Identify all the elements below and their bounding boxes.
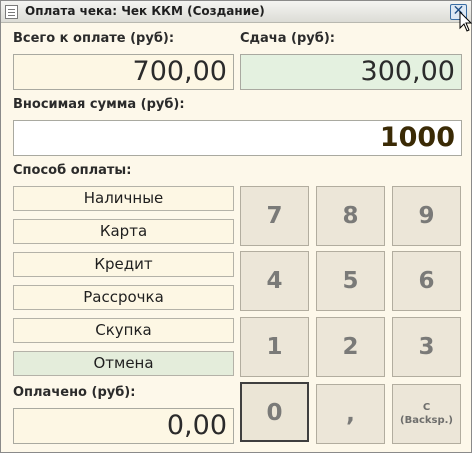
credit-button[interactable]: Кредит bbox=[13, 252, 234, 277]
key-backspace[interactable]: C (Backsp.) bbox=[392, 384, 461, 444]
key-comma[interactable]: , bbox=[316, 384, 385, 444]
change-amount-field: 300,00 bbox=[240, 54, 462, 90]
backspace-key-sublabel: (Backsp.) bbox=[400, 415, 453, 426]
key-9[interactable]: 9 bbox=[392, 186, 461, 246]
card-button[interactable]: Карта bbox=[13, 219, 234, 244]
key-3[interactable]: 3 bbox=[392, 317, 461, 377]
mouse-cursor-icon bbox=[459, 11, 472, 32]
cancel-button[interactable]: Отмена bbox=[13, 351, 234, 376]
key-4[interactable]: 4 bbox=[240, 251, 309, 311]
window-title: Оплата чека: Чек ККМ (Создание) bbox=[25, 4, 265, 18]
title-bar[interactable]: Оплата чека: Чек ККМ (Создание) ✕ bbox=[1, 1, 471, 23]
paid-label: Оплачено (руб): bbox=[13, 385, 136, 400]
total-label: Всего к оплате (руб): bbox=[13, 31, 175, 46]
key-2[interactable]: 2 bbox=[316, 317, 385, 377]
total-amount-field: 700,00 bbox=[13, 54, 234, 90]
buyback-button[interactable]: Скупка bbox=[13, 318, 234, 343]
key-0[interactable]: 0 bbox=[240, 382, 309, 442]
backspace-key-label: C bbox=[422, 402, 431, 413]
deposit-label: Вносимая сумма (руб): bbox=[13, 97, 185, 112]
installment-button[interactable]: Рассрочка bbox=[13, 285, 234, 310]
payment-method-label: Способ оплаты: bbox=[13, 163, 132, 178]
payment-dialog: Оплата чека: Чек ККМ (Создание) ✕ Всего … bbox=[0, 0, 472, 453]
key-7[interactable]: 7 bbox=[240, 186, 309, 246]
change-label: Сдача (руб): bbox=[240, 31, 335, 46]
paid-amount-field: 0,00 bbox=[13, 408, 234, 444]
key-6[interactable]: 6 bbox=[392, 251, 461, 311]
document-icon bbox=[5, 5, 18, 19]
key-1[interactable]: 1 bbox=[240, 317, 309, 377]
key-8[interactable]: 8 bbox=[316, 186, 385, 246]
deposit-amount-input[interactable]: 1000 bbox=[13, 120, 462, 156]
key-5[interactable]: 5 bbox=[316, 251, 385, 311]
cash-button[interactable]: Наличные bbox=[13, 186, 234, 211]
